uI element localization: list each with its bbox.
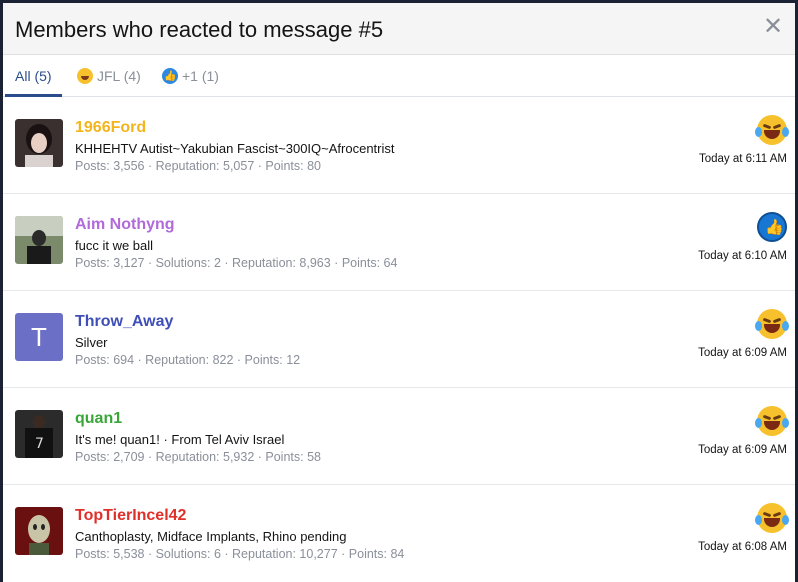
member-title: Silver <box>75 335 108 350</box>
reaction-tabs: All (5) JFL (4) +1 (1) <box>3 55 795 98</box>
tab-plus-one[interactable]: +1 (1) <box>152 55 229 98</box>
avatar[interactable]: 7 <box>15 410 63 458</box>
reactions-dialog: Members who reacted to message #5 ✕ All … <box>3 3 795 582</box>
list-item: Aim Nothyng fucc it we ball Posts: 3,127… <box>3 194 795 291</box>
laughing-crying-emoji-icon <box>755 115 789 145</box>
member-title: Canthoplasty, Midface Implants, Rhino pe… <box>75 529 347 544</box>
laughing-crying-emoji-icon <box>755 309 789 339</box>
dialog-title: Members who reacted to message #5 <box>15 17 384 42</box>
tab-jfl-label: JFL (4) <box>97 68 141 84</box>
reaction-time: Today at 6:10 AM <box>698 250 787 262</box>
tab-plus-one-label: +1 (1) <box>182 68 219 84</box>
member-stats: Posts: 3,127 · Solutions: 2 · Reputation… <box>75 256 398 270</box>
member-title: fucc it we ball <box>75 238 154 253</box>
member-stats: Posts: 3,556 · Reputation: 5,057 · Point… <box>75 159 321 173</box>
member-name[interactable]: 1966Ford <box>75 119 146 137</box>
list-item: T Throw_Away Silver Posts: 694 · Reputat… <box>3 291 795 388</box>
member-name[interactable]: TopTierIncel42 <box>75 507 186 525</box>
svg-text:7: 7 <box>35 436 44 452</box>
reaction-time: Today at 6:09 AM <box>698 347 787 359</box>
thumbs-up-icon <box>162 56 178 98</box>
laughing-crying-emoji-icon <box>77 68 93 84</box>
avatar[interactable] <box>15 119 63 167</box>
laughing-crying-emoji-icon <box>755 406 789 436</box>
member-name[interactable]: Throw_Away <box>75 313 173 331</box>
tab-all-label: All (5) <box>15 68 52 84</box>
member-name[interactable]: Aim Nothyng <box>75 216 175 234</box>
reaction-time: Today at 6:09 AM <box>698 444 787 456</box>
tab-all[interactable]: All (5) <box>5 55 62 97</box>
member-stats: Posts: 694 · Reputation: 822 · Points: 1… <box>75 353 301 367</box>
member-title: It's me! quan1! · From Tel Aviv Israel <box>75 432 285 447</box>
laughing-crying-emoji-icon <box>755 503 789 533</box>
list-item: 7 quan1 It's me! quan1! · From Tel Aviv … <box>3 388 795 485</box>
avatar[interactable] <box>15 507 63 555</box>
list-item: TopTierIncel42 Canthoplasty, Midface Imp… <box>3 485 795 582</box>
dialog-header: Members who reacted to message #5 ✕ <box>3 3 795 55</box>
tab-jfl[interactable]: JFL (4) <box>67 55 151 97</box>
reaction-time: Today at 6:11 AM <box>698 153 787 165</box>
list-item: 1966Ford KHHEHTV Autist~Yakubian Fascist… <box>3 97 795 194</box>
member-stats: Posts: 2,709 · Reputation: 5,932 · Point… <box>75 450 321 464</box>
avatar[interactable]: T <box>15 313 63 361</box>
member-stats: Posts: 5,538 · Solutions: 6 · Reputation… <box>75 547 405 561</box>
member-name[interactable]: quan1 <box>75 410 122 428</box>
member-title: KHHEHTV Autist~Yakubian Fascist~300IQ~Af… <box>75 141 395 156</box>
avatar[interactable] <box>15 216 63 264</box>
reaction-time: Today at 6:08 AM <box>698 541 787 553</box>
close-icon[interactable]: ✕ <box>763 15 783 39</box>
thumbs-up-icon: 👍 <box>757 212 787 242</box>
